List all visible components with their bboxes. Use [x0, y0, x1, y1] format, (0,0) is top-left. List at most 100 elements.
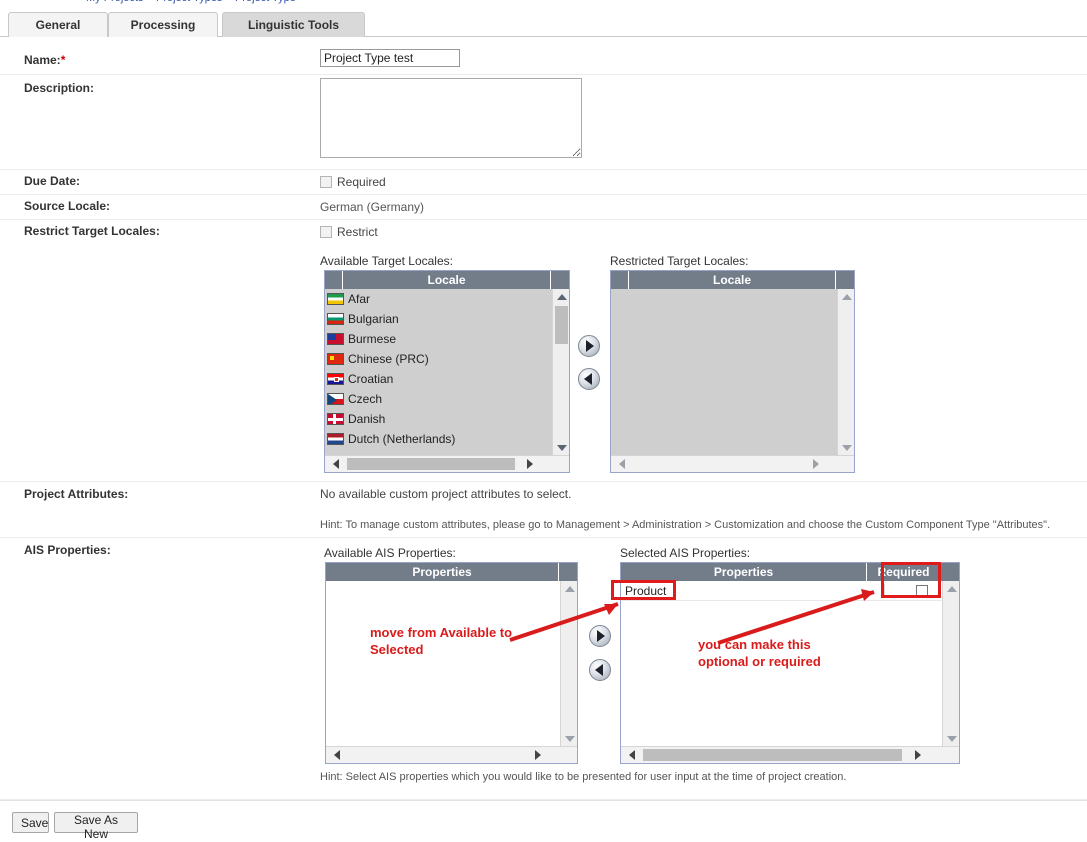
flag-icon	[327, 293, 344, 305]
available-locales-vscrollbar[interactable]	[552, 289, 569, 455]
save-button[interactable]: Save	[12, 812, 49, 833]
tab-processing[interactable]: Processing	[108, 12, 218, 37]
locale-name: Bulgarian	[348, 312, 399, 326]
available-ais-body[interactable]	[326, 581, 577, 746]
annotation-move-note: move from Available to Selected	[370, 625, 513, 657]
locale-row[interactable]: Burmese	[325, 329, 569, 349]
locale-row[interactable]: Dutch (Netherlands)	[325, 429, 569, 449]
selected-ais-header-spacer	[941, 563, 959, 581]
locale-name: Croatian	[348, 372, 394, 386]
available-locales-body[interactable]: Afar Bulgarian Burmese Chinese (PRC) Croatia…	[325, 289, 569, 455]
available-ais-hscrollbar[interactable]	[326, 746, 577, 763]
locale-row[interactable]: Chinese (PRC)	[325, 349, 569, 369]
locale-row[interactable]: Bulgarian	[325, 309, 569, 329]
scroll-down-icon[interactable]	[561, 731, 578, 746]
name-input[interactable]	[320, 49, 460, 67]
project-attributes-value: No available custom project attributes t…	[320, 487, 571, 501]
source-locale-text: German (Germany)	[320, 200, 425, 214]
restrict-target-locales-label: Restrict Target Locales:	[24, 224, 160, 238]
restrict-checkbox[interactable]	[320, 226, 332, 238]
restricted-locales-column-locale: Locale	[629, 271, 836, 289]
flag-icon	[327, 333, 344, 345]
project-attributes-hint: Hint: To manage custom attributes, pleas…	[320, 519, 1051, 531]
name-field-wrap	[320, 49, 460, 67]
restricted-locales-vscrollbar[interactable]	[837, 289, 854, 455]
locale-name: Czech	[348, 392, 383, 406]
move-ais-right-button[interactable]	[589, 625, 611, 647]
scroll-up-icon[interactable]	[943, 581, 960, 596]
name-row: Name:*	[0, 45, 1087, 75]
breadcrumb: My Projects > Project Types > Project Ty…	[0, 0, 1087, 8]
available-ais-column-properties: Properties	[326, 563, 559, 581]
move-locale-right-button[interactable]	[578, 335, 600, 357]
breadcrumb-text: My Projects > Project Types > Project Ty…	[86, 0, 296, 4]
hscroll-thumb[interactable]	[643, 749, 902, 761]
due-date-field-wrap: Required	[320, 175, 386, 189]
move-locale-left-button[interactable]	[578, 368, 600, 390]
tab-bar: General Processing Linguistic Tools	[0, 12, 1087, 37]
scroll-up-icon[interactable]	[561, 581, 578, 596]
available-target-locales-listbox[interactable]: Locale Afar Bulgarian Burmese Chinese (PRC)…	[324, 270, 570, 473]
arrow-left-icon	[595, 664, 603, 676]
scroll-down-icon[interactable]	[553, 440, 570, 455]
arrow-right-icon	[597, 630, 605, 642]
required-asterisk: *	[60, 53, 66, 67]
move-ais-left-button[interactable]	[589, 659, 611, 681]
description-textarea[interactable]	[320, 78, 582, 158]
flag-icon	[327, 393, 344, 405]
scroll-left-icon[interactable]	[327, 456, 344, 472]
tab-processing-label: Processing	[130, 18, 196, 32]
scroll-left-icon[interactable]	[623, 747, 640, 763]
restricted-locales-hscrollbar[interactable]	[611, 455, 854, 472]
locale-row[interactable]: Czech	[325, 389, 569, 409]
flag-icon	[327, 413, 344, 425]
save-as-new-button[interactable]: Save As New	[54, 812, 138, 841]
scroll-left-icon[interactable]	[613, 456, 630, 472]
source-locale-label: Source Locale:	[24, 199, 111, 213]
selected-ais-vscrollbar[interactable]	[942, 581, 959, 746]
ais-properties-label: AIS Properties:	[24, 543, 111, 557]
description-label: Description:	[24, 81, 95, 95]
tab-general[interactable]: General	[8, 12, 108, 37]
selected-ais-hscrollbar[interactable]	[621, 746, 959, 763]
restricted-locales-header: Locale	[611, 271, 854, 289]
locale-row[interactable]: Danish	[325, 409, 569, 429]
scroll-right-icon[interactable]	[521, 456, 538, 472]
available-ais-listbox[interactable]: Properties	[325, 562, 578, 764]
restricted-locales-body[interactable]	[611, 289, 854, 455]
locale-name: Danish	[348, 412, 386, 426]
locale-row[interactable]: Afar	[325, 289, 569, 309]
scroll-left-icon[interactable]	[328, 747, 345, 763]
restricted-target-locales-listbox[interactable]: Locale	[610, 270, 855, 473]
tab-linguistic-tools[interactable]: Linguistic Tools	[222, 12, 365, 37]
vscroll-thumb[interactable]	[555, 306, 568, 344]
flag-icon	[327, 313, 344, 325]
available-locales-hscrollbar[interactable]	[325, 455, 569, 472]
description-field-wrap	[320, 78, 582, 161]
project-attributes-text: No available custom project attributes t…	[320, 487, 572, 501]
due-date-required-checkbox[interactable]	[320, 176, 332, 188]
annotation-box-required	[881, 562, 941, 598]
scroll-down-icon[interactable]	[943, 731, 960, 746]
flag-icon	[327, 373, 344, 385]
annotation-box-product	[611, 580, 676, 600]
scroll-up-icon[interactable]	[553, 289, 570, 304]
restricted-locales-header-spacer-right	[836, 271, 854, 289]
locale-row[interactable]: Croatian	[325, 369, 569, 389]
available-ais-header-spacer	[559, 563, 577, 581]
available-ais-vscrollbar[interactable]	[560, 581, 577, 746]
locale-name: Burmese	[348, 332, 397, 346]
scroll-right-icon[interactable]	[909, 747, 926, 763]
scroll-right-icon[interactable]	[529, 747, 546, 763]
scroll-right-icon[interactable]	[807, 456, 824, 472]
available-target-locales-caption: Available Target Locales:	[320, 254, 453, 268]
ais-properties-hint: Hint: Select AIS properties which you wo…	[320, 771, 847, 783]
hscroll-thumb[interactable]	[347, 458, 515, 470]
selected-ais-caption: Selected AIS Properties:	[620, 546, 751, 560]
due-date-label: Due Date:	[24, 174, 81, 188]
scroll-up-icon[interactable]	[838, 289, 855, 304]
restrict-checkbox-label: Restrict	[337, 225, 378, 239]
scroll-down-icon[interactable]	[838, 440, 855, 455]
available-locales-header: Locale	[325, 271, 569, 289]
flag-icon	[327, 353, 344, 365]
